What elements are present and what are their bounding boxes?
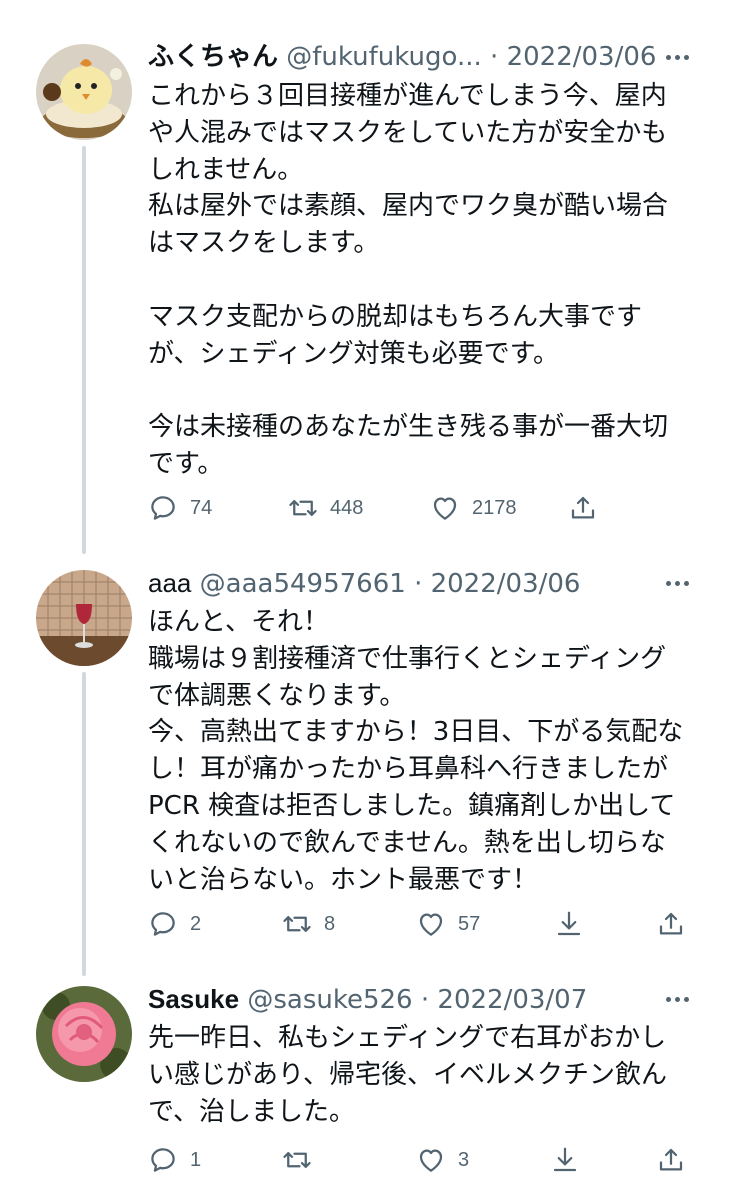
- separator-dot: ·: [420, 985, 430, 1015]
- tweet-text: これから３回目接種が進んでしまう今、屋内 や人混みではマスクをしていた方が安全か…: [148, 78, 708, 483]
- tweet-text-line: 私は屋外では素顔、屋内でワク臭が酷い場合: [148, 191, 669, 222]
- reply-count: 1: [190, 1148, 202, 1171]
- heart-icon: [419, 1149, 443, 1172]
- share-button[interactable]: [656, 1140, 686, 1180]
- tweet-text-line: 今は未接種のあなたが生き残る事が一番大切: [148, 412, 669, 443]
- separator-dot: ·: [414, 569, 423, 599]
- tweet-text-line: ほんと、それ！: [148, 607, 329, 637]
- share-button[interactable]: [568, 488, 598, 528]
- like-button[interactable]: 3: [416, 1140, 469, 1180]
- download-icon: [557, 911, 581, 936]
- heart-icon: [433, 497, 457, 520]
- tweet-header: ふくちゃん @fukufukugo... · 2022/03/06: [148, 40, 656, 74]
- heart-icon: [419, 913, 443, 936]
- tweet-text-line: 先一昨日、私もシェディングで右耳がおかし: [148, 1023, 667, 1053]
- retweet-button[interactable]: 8: [282, 904, 335, 944]
- tweet-text-line: PCR 検査は拒否しました。鎮痛剤しか出して: [148, 790, 676, 821]
- tweet-text-line: [148, 262, 708, 299]
- retweet-button[interactable]: [282, 1140, 324, 1180]
- avatar[interactable]: [36, 986, 132, 1082]
- tweet-text: ほんと、それ！ 職場は９割接種済で仕事行くとシェディング で体調悪くなります。 …: [148, 604, 708, 898]
- tweet-text-line: これから３回目接種が進んでしまう今、屋内: [148, 81, 667, 111]
- share-icon: [659, 1148, 683, 1171]
- reply-button[interactable]: 2: [148, 904, 201, 944]
- thread-connector-line: [82, 146, 86, 554]
- tweet-text-line: が、シェディング対策も必要です。: [148, 338, 560, 369]
- rose-avatar-icon: [36, 986, 132, 1082]
- retweet-button[interactable]: 448: [288, 488, 363, 528]
- tweet-text-line: はマスクをします。: [148, 228, 380, 259]
- share-button[interactable]: [656, 904, 686, 944]
- tweet-text-line: です。: [148, 448, 224, 479]
- tweet-date[interactable]: 2022/03/06: [507, 42, 657, 72]
- more-options-icon[interactable]: [660, 40, 694, 74]
- tweet-text-line: しれません。: [148, 154, 304, 185]
- tweet-actions: 1 3: [148, 1140, 698, 1180]
- avatar[interactable]: [36, 570, 132, 666]
- user-handle[interactable]: @aaa54957661: [200, 569, 406, 599]
- retweet-icon: [283, 1152, 311, 1168]
- tweet-text-line: で体調悪くなります。: [148, 680, 406, 711]
- user-handle[interactable]: @sasuke526: [247, 985, 412, 1015]
- tweet-actions: 2 8 57: [148, 904, 698, 944]
- tweet-text-line: で、治しました。: [148, 1096, 355, 1127]
- like-button[interactable]: 57: [416, 904, 480, 944]
- wine-glass-avatar-icon: [36, 570, 132, 666]
- thread-connector-line: [82, 672, 86, 976]
- like-count: 57: [458, 912, 481, 935]
- tweet-text-line: い感じがあり、帰宅後、イベルメクチン飲ん: [148, 1059, 667, 1090]
- tweet-text: 先一昨日、私もシェディングで右耳がおかし い感じがあり、帰宅後、イベルメクチン飲…: [148, 1020, 708, 1130]
- tweet-actions: 74 448 2178: [148, 488, 698, 528]
- tweet-text-line: 職場は９割接種済で仕事行くとシェディング: [148, 643, 667, 674]
- like-count: 2178: [472, 496, 517, 519]
- reply-icon: [151, 1148, 175, 1172]
- tweet-text-line: や人混みではマスクをしていた方が安全かも: [148, 117, 668, 148]
- more-options-icon[interactable]: [660, 566, 694, 600]
- tweet-date[interactable]: 2022/03/06: [431, 569, 581, 599]
- tweet-text-line: し！耳が痛かったから耳鼻科へ行きましたが: [148, 754, 669, 785]
- retweet-count: 8: [324, 912, 336, 935]
- tweet-text-line: くれないので飲んでません。熱を出し切らな: [148, 827, 666, 858]
- tweet-text-line: 今、高熱出てますから！3日目、下がる気配な: [148, 717, 684, 748]
- separator-dot: ·: [490, 42, 499, 72]
- tweet-date[interactable]: 2022/03/07: [437, 985, 587, 1015]
- reply-button[interactable]: 74: [148, 488, 212, 528]
- retweet-count: 448: [330, 496, 364, 519]
- tweet-text-line: いと治らない。ホント最悪です！: [148, 864, 539, 895]
- display-name[interactable]: ふくちゃん: [148, 42, 278, 72]
- chick-cake-avatar-icon: [36, 44, 132, 140]
- retweet-icon: [283, 916, 311, 932]
- reply-icon: [151, 912, 175, 936]
- display-name[interactable]: aaa: [148, 568, 191, 598]
- tweet-header: aaa @aaa54957661 · 2022/03/06: [148, 566, 580, 601]
- user-handle[interactable]: @fukufukugo...: [286, 42, 481, 72]
- download-button[interactable]: [554, 904, 584, 944]
- tweet-text-line: マスク支配からの脱却はもちろん大事です: [148, 301, 643, 332]
- download-icon: [553, 1147, 577, 1172]
- avatar[interactable]: [36, 44, 132, 140]
- like-count: 3: [458, 1148, 470, 1171]
- more-options-icon[interactable]: [660, 982, 694, 1016]
- retweet-icon: [289, 500, 317, 516]
- display-name[interactable]: Sasuke: [148, 984, 239, 1014]
- tweet-text-line: [148, 372, 708, 409]
- share-icon: [571, 496, 595, 519]
- reply-count: 74: [190, 496, 213, 519]
- tweet-header: Sasuke @sasuke526 · 2022/03/07: [148, 982, 587, 1017]
- reply-button[interactable]: 1: [148, 1140, 201, 1180]
- reply-count: 2: [190, 912, 202, 935]
- like-button[interactable]: 2178: [430, 488, 517, 528]
- share-icon: [659, 912, 683, 935]
- download-button[interactable]: [550, 1140, 580, 1180]
- reply-icon: [151, 496, 175, 520]
